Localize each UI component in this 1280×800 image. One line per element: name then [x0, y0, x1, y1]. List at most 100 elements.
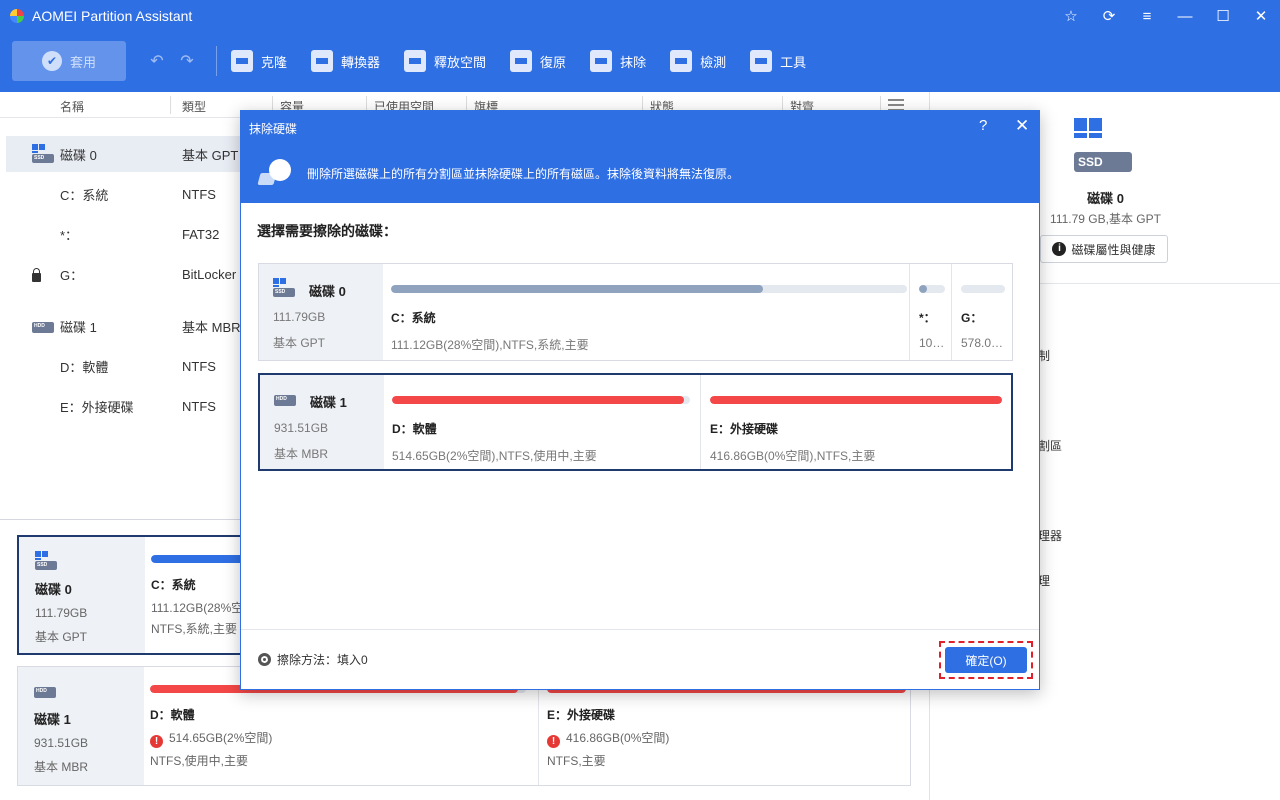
test-icon: [670, 50, 693, 72]
app-logo-icon: [10, 9, 24, 23]
undo-icon[interactable]: ↶: [144, 51, 170, 71]
partition-info: 101...: [919, 336, 945, 350]
wipe-method-label: 擦除方法：填入0: [277, 653, 368, 667]
ssd-disk-icon: SSD: [32, 144, 54, 164]
usage-bar: [391, 285, 907, 293]
window-controls: ☆ ⟳ ≡ — ☐ ✕: [1052, 0, 1280, 32]
partition-name: C：系統: [391, 311, 436, 325]
partition-name: D：軟體: [392, 422, 437, 436]
dialog-subtitle: 選擇需要擦除的磁碟：: [257, 223, 397, 239]
apply-button[interactable]: ✔ 套用: [12, 41, 126, 81]
convert-button[interactable]: 轉換器: [311, 50, 380, 72]
app-title: AOMEI Partition Assistant: [32, 8, 193, 24]
hdd-disk-icon: HDD: [34, 681, 56, 701]
test-label: 檢測: [700, 54, 727, 70]
dialog-description: 刪除所選磁碟上的所有分割區並抹除硬碟上的所有磁區。抹除後資料將無法復原。: [307, 167, 740, 181]
check-icon: ✔: [41, 51, 62, 71]
favorite-icon[interactable]: ☆: [1052, 0, 1090, 32]
wipe-disk-icon: [257, 159, 293, 185]
hdd-disk-icon: HDD: [32, 316, 54, 336]
dialog-disk-1[interactable]: HDD 磁碟 1 931.51GB 基本 MBR D：軟體 514.65GB(2…: [258, 373, 1013, 471]
recover-label: 復原: [540, 54, 567, 70]
row-name: D：軟體: [60, 359, 109, 375]
row-type: NTFS: [182, 186, 216, 202]
recover-icon: [510, 50, 533, 72]
disk-properties-label: 磁碟屬性與健康: [1071, 242, 1156, 257]
disk-type: 基本 GPT: [35, 630, 88, 644]
partition-name: G：: [961, 311, 983, 325]
gear-icon: [258, 653, 271, 666]
menu-icon[interactable]: ≡: [1128, 0, 1166, 32]
clone-button[interactable]: 克隆: [231, 50, 287, 72]
warning-icon: !: [150, 735, 163, 748]
maximize-button[interactable]: ☐: [1204, 0, 1242, 32]
recover-button[interactable]: 復原: [510, 50, 566, 72]
disk-type: 基本 MBR: [274, 447, 329, 461]
close-button[interactable]: ✕: [1242, 0, 1280, 32]
convert-label: 轉換器: [341, 54, 381, 70]
clone-label: 克隆: [261, 54, 288, 70]
disk-summary: HDD 磁碟 1 931.51GB 基本 MBR: [260, 375, 384, 469]
partition-name: E：外接硬碟: [710, 422, 779, 436]
app-header: AOMEI Partition Assistant ☆ ⟳ ≡ — ☐ ✕ ✔ …: [0, 0, 1280, 92]
free-space-button[interactable]: 釋放空間: [404, 50, 486, 72]
row-name: E：外接硬碟: [60, 399, 134, 415]
usage-bar: [961, 285, 1005, 293]
disk-size: 111.79GB: [273, 310, 326, 324]
test-button[interactable]: 檢測: [670, 50, 726, 72]
row-name: *：: [60, 227, 79, 243]
clone-icon: [231, 50, 253, 72]
toolbar: ✔ 套用 ↶ ↷ 克隆 轉換器 釋放空間 復原 抹除 檢測 工具: [12, 40, 1268, 82]
partition-info: NTFS,主要: [547, 754, 606, 768]
ok-button[interactable]: 確定(O): [945, 647, 1027, 673]
minimize-button[interactable]: —: [1166, 0, 1204, 32]
disk-name: 磁碟 1: [34, 712, 71, 727]
dialog-title: 抹除硬碟: [249, 122, 298, 136]
tools-button[interactable]: 工具: [750, 50, 806, 72]
usage-bar: [710, 396, 1002, 404]
partition-e: E：外接硬碟 416.86GB(0%空間),NTFS,主要: [702, 375, 1010, 469]
partition-info: NTFS,使用中,主要: [150, 754, 248, 768]
toolbar-separator: [216, 46, 217, 76]
usage-bar: [919, 285, 945, 293]
disk-name: 磁碟 0: [35, 582, 72, 597]
partition-info: 514.65GB(2%空間),NTFS,使用中,主要: [392, 449, 597, 463]
ssd-disk-icon: SSD: [35, 551, 57, 571]
wipe-disk-dialog: 抹除硬碟 ? ✕ 刪除所選磁碟上的所有分割區並抹除硬碟上的所有磁區。抹除後資料將…: [240, 110, 1040, 690]
disk-type: 基本 MBR: [34, 760, 89, 774]
warning-icon: !: [547, 735, 560, 748]
refresh-icon[interactable]: ⟳: [1090, 0, 1128, 32]
row-name: C：系統: [60, 187, 109, 203]
disk-card-summary: SSD 磁碟 0 111.79GB 基本 GPT: [19, 537, 145, 653]
partition-info: ! 514.65GB(2%空間): [150, 729, 526, 748]
lock-icon: [32, 267, 41, 282]
operation-item[interactable]: 割區: [1038, 437, 1062, 454]
operation-item[interactable]: 理器: [1038, 527, 1062, 544]
dialog-close-button[interactable]: ✕: [1015, 116, 1029, 136]
row-type: BitLocker: [182, 266, 237, 282]
partition-name: E：外接硬碟: [547, 708, 616, 722]
disk-name: 磁碟 1: [310, 395, 347, 410]
partition-name: D：軟體: [150, 708, 195, 722]
help-icon[interactable]: ?: [979, 117, 987, 134]
disk-properties-button[interactable]: i 磁碟屬性與健康: [1040, 235, 1168, 263]
row-type: NTFS: [182, 358, 216, 374]
wipe-button[interactable]: 抹除: [590, 50, 646, 72]
usage-bar: [392, 396, 690, 404]
col-type[interactable]: 類型: [182, 98, 206, 115]
partition-g: G： 578.00...: [953, 264, 1011, 360]
redo-icon[interactable]: ↷: [174, 51, 200, 71]
dialog-disk-0[interactable]: SSD 磁碟 0 111.79GB 基本 GPT C：系統 111.12GB(2…: [258, 263, 1013, 361]
partition-divider: [700, 375, 701, 469]
partition-d: D：軟體 514.65GB(2%空間),NTFS,使用中,主要: [384, 375, 696, 469]
hdd-disk-icon: HDD: [274, 389, 296, 409]
disk-size: 931.51GB: [34, 736, 89, 750]
apply-label: 套用: [69, 54, 96, 70]
row-type: 基本 GPT: [182, 147, 239, 163]
col-name[interactable]: 名稱: [60, 98, 84, 115]
disk-name: 磁碟 0: [309, 284, 346, 299]
row-type: FAT32: [182, 226, 220, 242]
wipe-label: 抹除: [620, 54, 647, 70]
wipe-icon: [590, 50, 613, 72]
wipe-method-button[interactable]: 擦除方法：填入0: [258, 651, 368, 668]
